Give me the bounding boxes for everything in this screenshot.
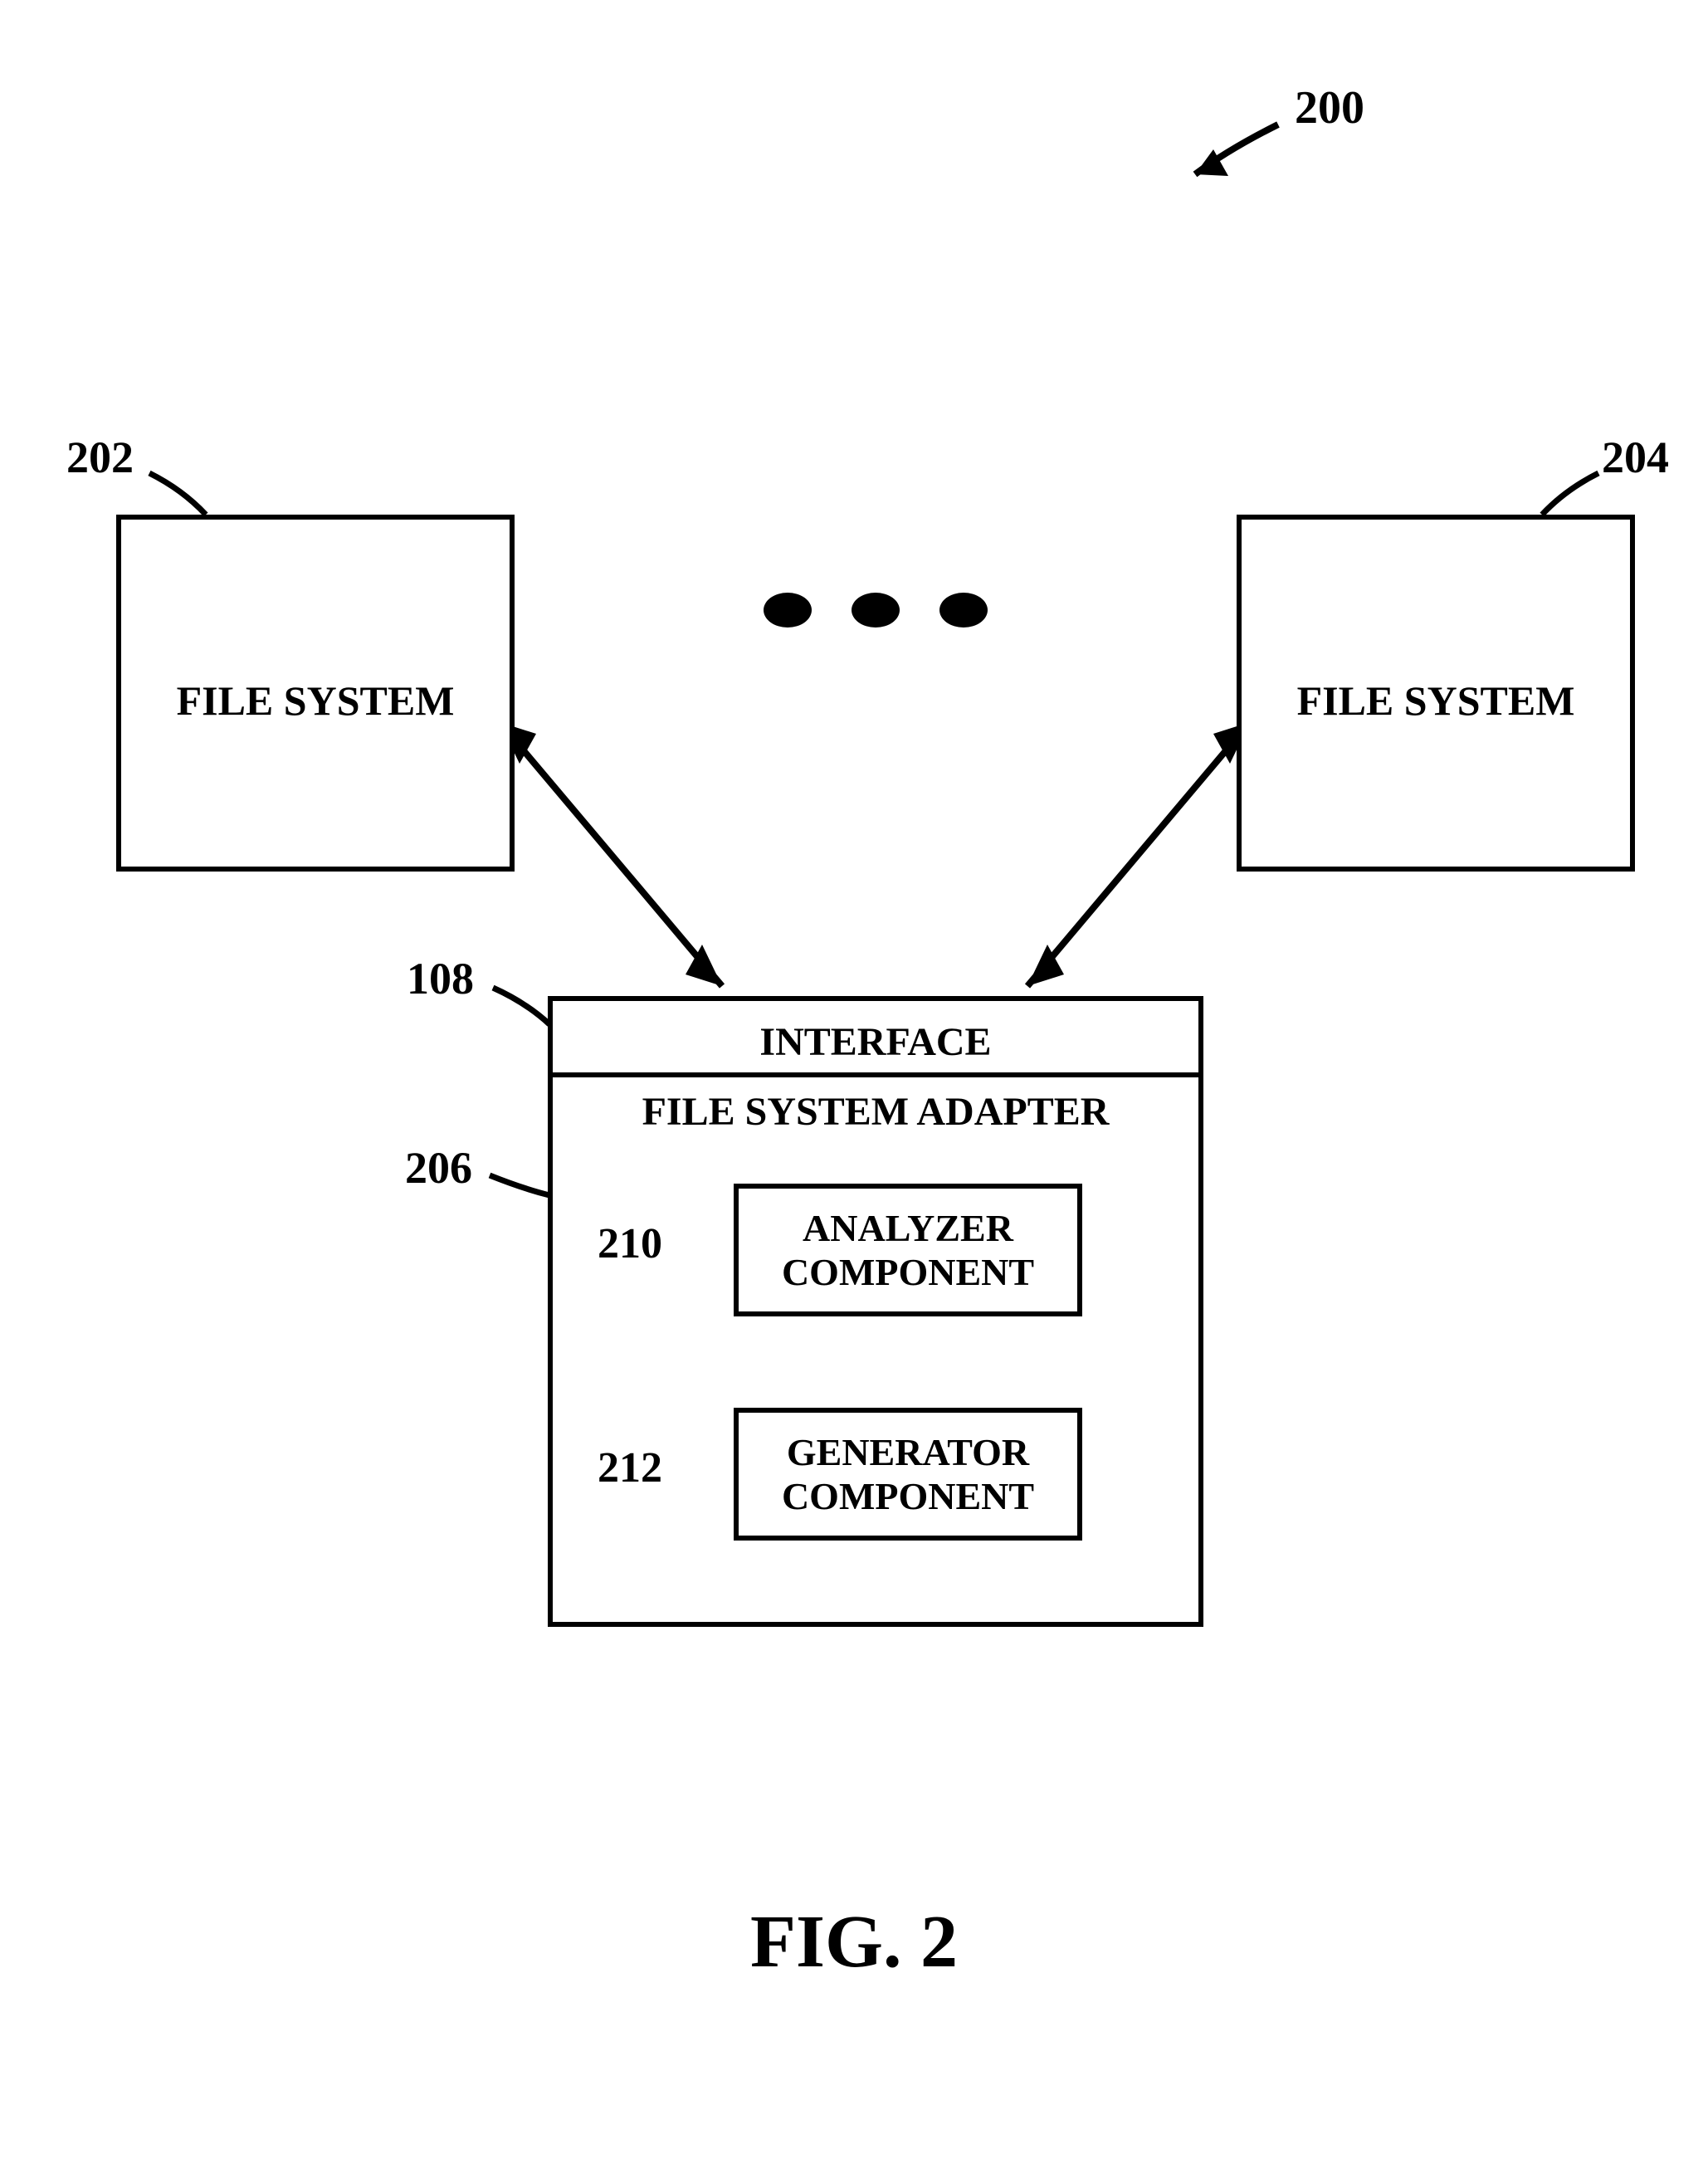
interface-label: INTERFACE bbox=[553, 1019, 1198, 1065]
ref-210: 210 bbox=[598, 1220, 662, 1267]
ellipsis-dot bbox=[939, 593, 988, 628]
generator-component-box: GENERATOR COMPONENT bbox=[734, 1408, 1082, 1541]
file-system-right-label: FILE SYSTEM bbox=[1242, 677, 1630, 725]
analyzer-component-box: ANALYZER COMPONENT bbox=[734, 1184, 1082, 1316]
file-system-adapter-box: INTERFACE FILE SYSTEM ADAPTER ANALYZER C… bbox=[548, 996, 1203, 1627]
ellipsis-dot bbox=[852, 593, 900, 628]
analyzer-component-label: ANALYZER COMPONENT bbox=[739, 1207, 1077, 1295]
file-system-left-box: FILE SYSTEM bbox=[116, 515, 515, 872]
file-system-right-box: FILE SYSTEM bbox=[1237, 515, 1635, 872]
ref-108: 108 bbox=[407, 955, 474, 1004]
ref-212: 212 bbox=[598, 1444, 662, 1492]
diagram-stage: 200 FILE SYSTEM 202 FILE SYSTEM 204 INTE… bbox=[0, 0, 1708, 2178]
file-system-adapter-label: FILE SYSTEM ADAPTER bbox=[553, 1089, 1198, 1135]
generator-component-label: GENERATOR COMPONENT bbox=[739, 1431, 1077, 1519]
ref-204: 204 bbox=[1602, 433, 1669, 482]
ref-202: 202 bbox=[66, 433, 134, 482]
ref-206: 206 bbox=[405, 1144, 472, 1193]
figure-caption: FIG. 2 bbox=[0, 1901, 1708, 1983]
ellipsis-dot bbox=[764, 593, 812, 628]
interface-bar: INTERFACE bbox=[548, 996, 1203, 1077]
file-system-left-label: FILE SYSTEM bbox=[121, 677, 510, 725]
ref-200: 200 bbox=[1295, 83, 1364, 134]
